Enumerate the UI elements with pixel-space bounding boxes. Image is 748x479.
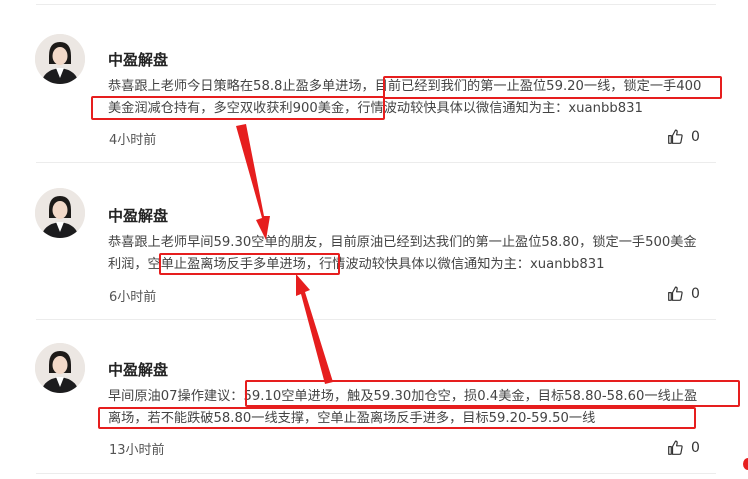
avatar-image [35, 34, 85, 84]
like-button[interactable]: 0 [667, 128, 700, 145]
avatar[interactable] [35, 343, 85, 393]
post-time: 6小时前 [109, 290, 157, 305]
like-count: 0 [691, 285, 700, 302]
post-time: 13小时前 [109, 443, 165, 458]
highlight-box [383, 76, 722, 99]
divider [36, 162, 716, 163]
avatar[interactable] [35, 188, 85, 238]
avatar-image [35, 343, 85, 393]
post-time: 4小时前 [109, 133, 157, 148]
like-button[interactable]: 0 [667, 439, 700, 456]
thumbs-up-icon [668, 129, 683, 144]
author-name[interactable]: 中盈解盘 [108, 359, 168, 380]
author-name[interactable]: 中盈解盘 [108, 49, 168, 70]
highlight-box [98, 407, 696, 429]
divider [36, 473, 716, 474]
avatar-image [35, 188, 85, 238]
like-button[interactable]: 0 [667, 285, 700, 302]
like-count: 0 [691, 439, 700, 456]
avatar[interactable] [35, 34, 85, 84]
highlight-box [245, 380, 740, 407]
highlight-box [159, 253, 340, 275]
author-name[interactable]: 中盈解盘 [108, 205, 168, 226]
edge-indicator [743, 458, 748, 470]
highlight-box [91, 96, 385, 120]
divider [36, 4, 716, 5]
divider [36, 319, 716, 320]
thumbs-up-icon [668, 286, 683, 301]
thumbs-up-icon [668, 440, 683, 455]
like-count: 0 [691, 128, 700, 145]
